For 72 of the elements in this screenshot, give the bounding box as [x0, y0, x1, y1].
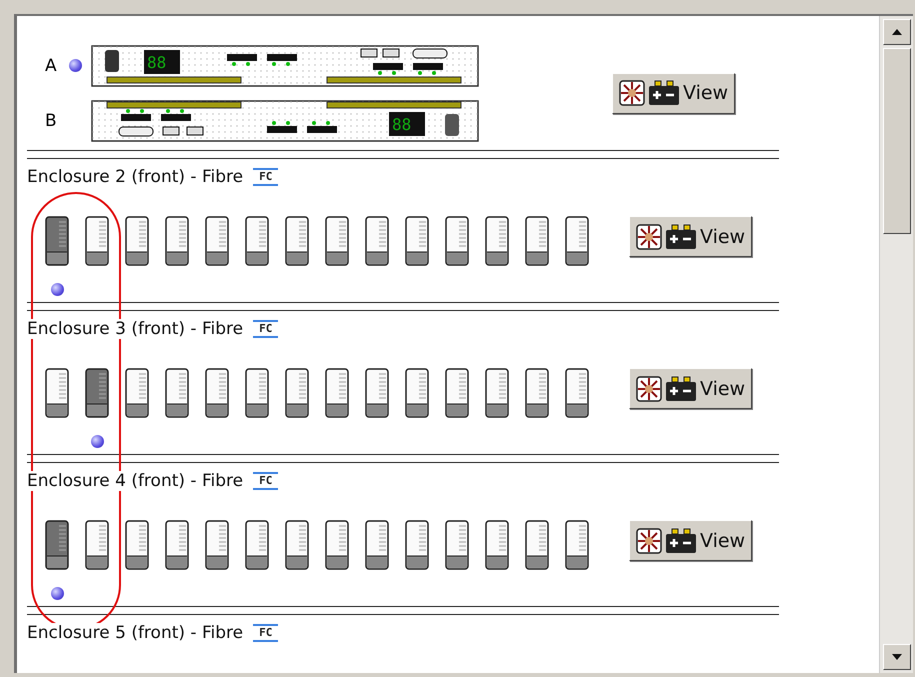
drive-icon[interactable] [245, 368, 269, 418]
drive-icon[interactable] [45, 368, 69, 418]
status-dot [69, 59, 82, 72]
battery-icon [665, 528, 697, 554]
drive-icon[interactable] [285, 368, 309, 418]
drive-icon[interactable] [325, 216, 349, 266]
drive-icon[interactable] [565, 368, 589, 418]
drive-icon[interactable] [485, 368, 509, 418]
fibre-channel-tag: FC [253, 320, 278, 338]
drive-icon[interactable] [405, 368, 429, 418]
scroll-down-button[interactable] [882, 644, 910, 670]
drive-icon[interactable] [485, 216, 509, 266]
scroll-up-button[interactable] [882, 19, 910, 45]
drive-icon[interactable] [205, 216, 229, 266]
fibre-channel-tag: FC [253, 472, 278, 490]
view-button[interactable]: View [612, 72, 736, 114]
drive-icon[interactable] [365, 216, 389, 266]
view-button[interactable]: View [629, 520, 752, 561]
controller-label: A [45, 56, 58, 76]
battery-icon [665, 224, 697, 250]
drive-icon[interactable] [165, 520, 189, 570]
drive-icon[interactable] [125, 216, 149, 266]
drive-icon[interactable] [325, 368, 349, 418]
scrollbar-thumb[interactable] [882, 48, 910, 234]
drive-icon[interactable] [285, 216, 309, 266]
drive-icon[interactable] [445, 216, 469, 266]
drive-icon[interactable] [405, 520, 429, 570]
drive-icon[interactable] [405, 216, 429, 266]
enclosure-title: Enclosure 2 (front) - Fibre [27, 167, 244, 187]
status-dot [50, 283, 64, 296]
fan-icon [636, 224, 662, 250]
drive-icon[interactable] [445, 368, 469, 418]
drive-icon[interactable] [565, 216, 589, 266]
drive-icon[interactable] [525, 368, 549, 418]
fan-icon [619, 80, 645, 106]
fan-icon [636, 528, 662, 554]
drive-icon[interactable] [125, 368, 149, 418]
fan-icon [636, 376, 662, 402]
drive-icon[interactable] [445, 520, 469, 570]
drive-icon[interactable] [525, 520, 549, 570]
drive-icon[interactable] [525, 216, 549, 266]
drive-icon[interactable] [285, 520, 309, 570]
down-arrow-icon [892, 654, 902, 660]
view-button[interactable]: View [629, 216, 752, 257]
controller-label: B [45, 110, 58, 130]
drive-icon[interactable] [365, 368, 389, 418]
status-dot [50, 587, 64, 600]
drive-icon[interactable] [245, 216, 269, 266]
drive-icon[interactable] [205, 368, 229, 418]
enclosure-title: Enclosure 5 (front) - Fibre [27, 623, 244, 643]
drive-icon[interactable] [325, 520, 349, 570]
drive-icon[interactable] [205, 520, 229, 570]
drive-icon[interactable] [85, 216, 109, 266]
drive-icon[interactable] [485, 520, 509, 570]
drive-icon[interactable] [245, 520, 269, 570]
view-button[interactable]: View [629, 368, 752, 409]
enclosure-title: Enclosure 4 (front) - Fibre [27, 471, 244, 491]
battery-icon [665, 376, 697, 402]
battery-icon [648, 80, 680, 106]
drive-icon[interactable] [125, 520, 149, 570]
up-arrow-icon [892, 29, 902, 35]
drive-icon[interactable] [85, 520, 109, 570]
drive-icon[interactable] [365, 520, 389, 570]
digit-display: 88 [392, 114, 412, 134]
drive-icon[interactable] [165, 216, 189, 266]
digit-display: 88 [147, 52, 166, 72]
enclosure-title: Enclosure 3 (front) - Fibre [27, 319, 244, 339]
drive-icon[interactable] [165, 368, 189, 418]
status-dot [90, 435, 104, 448]
fibre-channel-tag: FC [253, 168, 278, 186]
drive-icon[interactable] [565, 520, 589, 570]
fibre-channel-tag: FC [253, 624, 278, 642]
